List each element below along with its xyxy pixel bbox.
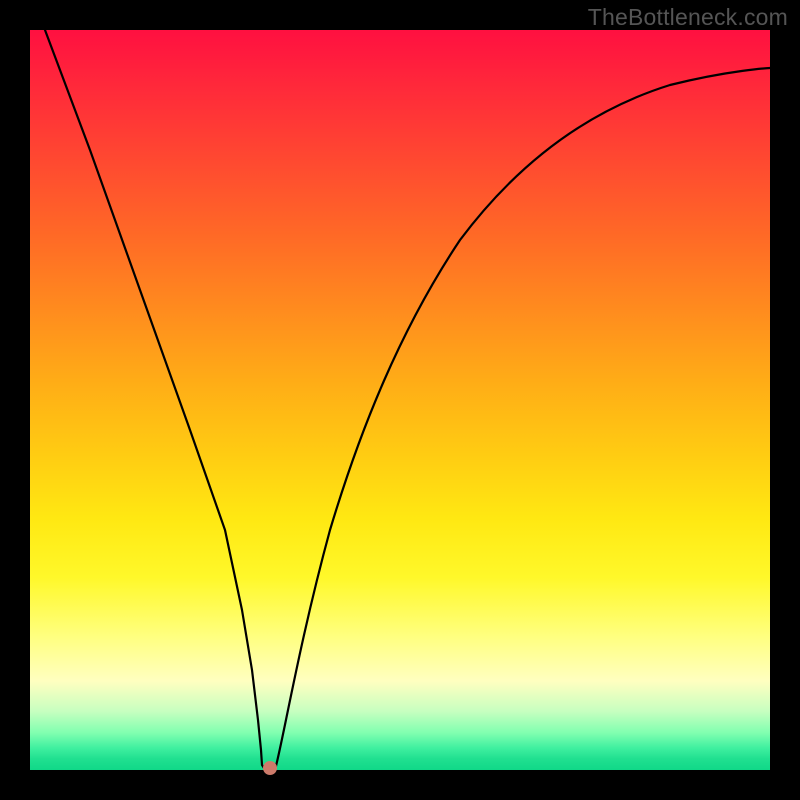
chart-frame: TheBottleneck.com [0, 0, 800, 800]
curve-left [45, 30, 264, 768]
watermark-text: TheBottleneck.com [588, 4, 788, 31]
optimal-point-marker [263, 761, 277, 775]
curve-right [276, 68, 770, 766]
bottleneck-curve [30, 30, 770, 770]
plot-area [30, 30, 770, 770]
